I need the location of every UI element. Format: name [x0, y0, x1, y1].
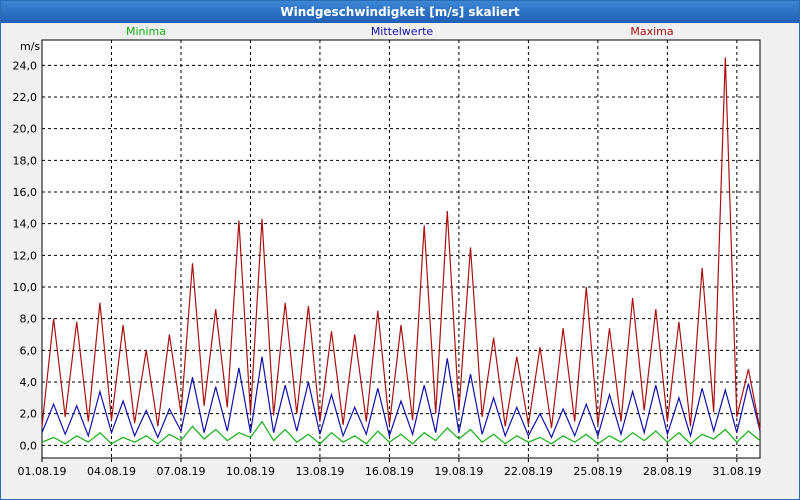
y-tick-label: 6,0	[20, 344, 38, 357]
y-tick-label: 0,0	[20, 439, 38, 452]
x-tick-label: 19.08.19	[434, 465, 483, 478]
plot-area	[41, 39, 761, 459]
y-tick-label: 10,0	[13, 281, 38, 294]
y-tick-label: 24,0	[13, 59, 38, 72]
x-tick-label: 04.08.19	[87, 465, 136, 478]
x-axis-tick-labels: 01.08.19 04.08.19 07.08.19 10.08.19 13.08.19…	[18, 465, 762, 478]
legend: Minima Mittelwerte Maxima	[126, 25, 674, 38]
legend-entry-mittelwerte: Mittelwerte	[371, 25, 434, 38]
y-tick-label: 16,0	[13, 186, 38, 199]
y-axis-label: m/s	[20, 40, 40, 53]
wind-speed-chart: 0,0 2,0 4,0 6,0 8,0 10,0 12,0 14,0 16,0 18,0 20,0 2…	[13, 25, 762, 478]
y-tick-label: 2,0	[20, 408, 38, 421]
x-tick-label: 16.08.19	[365, 465, 414, 478]
x-tick-label: 22.08.19	[504, 465, 553, 478]
y-tick-label: 20,0	[13, 123, 38, 136]
y-tick-label: 22,0	[13, 91, 38, 104]
y-tick-label: 8,0	[20, 313, 38, 326]
x-tick-label: 31.08.19	[712, 465, 761, 478]
y-axis-tick-labels: 0,0 2,0 4,0 6,0 8,0 10,0 12,0 14,0 16,0 18,0 20,0 2…	[13, 59, 38, 452]
x-tick-label: 07.08.19	[156, 465, 205, 478]
legend-entry-maxima: Maxima	[630, 25, 673, 38]
x-tick-label: 01.08.19	[18, 465, 67, 478]
y-tick-label: 18,0	[13, 154, 38, 167]
x-tick-label: 13.08.19	[295, 465, 344, 478]
x-tick-label: 28.08.19	[643, 465, 692, 478]
legend-entry-minima: Minima	[126, 25, 166, 38]
x-tick-label: 10.08.19	[226, 465, 275, 478]
y-tick-label: 4,0	[20, 376, 38, 389]
y-tick-label: 14,0	[13, 218, 38, 231]
x-tick-label: 25.08.19	[573, 465, 622, 478]
y-tick-label: 12,0	[13, 249, 38, 262]
